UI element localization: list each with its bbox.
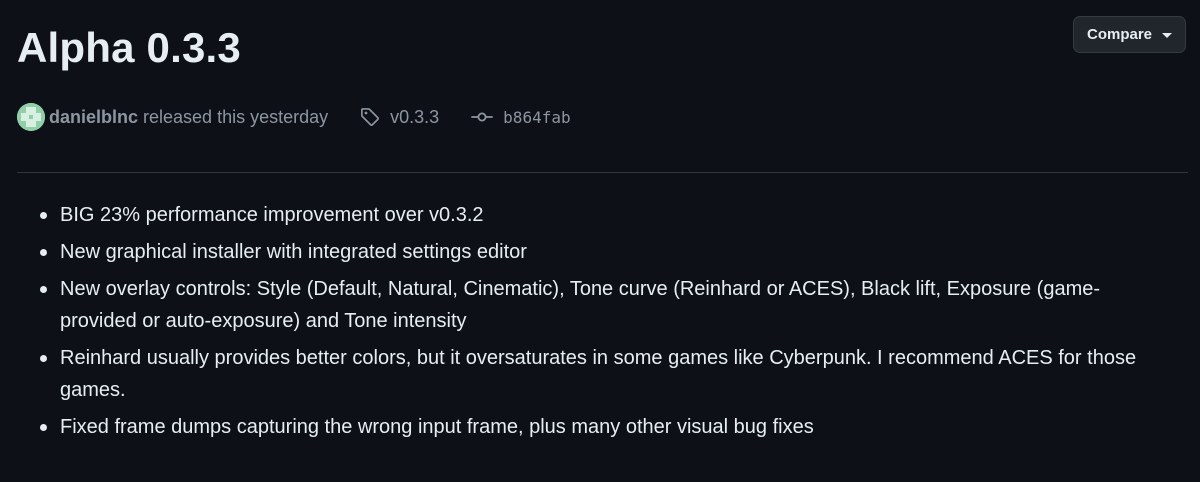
triangle-down-icon: [1162, 33, 1173, 38]
list-item: BIG 23% performance improvement over v0.…: [33, 199, 1153, 231]
compare-button[interactable]: Compare: [1073, 16, 1186, 53]
release-notes: BIG 23% performance improvement over v0.…: [33, 199, 1153, 448]
release-page: Alpha 0.3.3 Compare danielblnc released …: [0, 0, 1200, 482]
avatar[interactable]: [17, 103, 45, 131]
released-text: released this yesterday: [143, 106, 329, 127]
list-item: Reinhard usually provides better colors,…: [33, 342, 1153, 406]
commit-hash: b864fab: [503, 107, 571, 127]
commit-link[interactable]: b864fab: [471, 107, 571, 127]
list-item: Fixed frame dumps capturing the wrong in…: [33, 411, 1153, 443]
list-item: New overlay controls: Style (Default, Na…: [33, 273, 1153, 337]
divider: [17, 172, 1188, 173]
tag-link[interactable]: v0.3.3: [360, 107, 439, 128]
author-link[interactable]: danielblnc: [49, 107, 138, 128]
tag-icon: [360, 107, 380, 127]
list-item: New graphical installer with integrated …: [33, 236, 1153, 268]
release-title: Alpha 0.3.3: [17, 24, 241, 71]
compare-button-label: Compare: [1086, 26, 1153, 43]
release-meta: danielblnc released this yesterday v0.3.…: [17, 102, 571, 132]
tag-label: v0.3.3: [390, 106, 440, 127]
git-commit-icon: [471, 110, 494, 124]
